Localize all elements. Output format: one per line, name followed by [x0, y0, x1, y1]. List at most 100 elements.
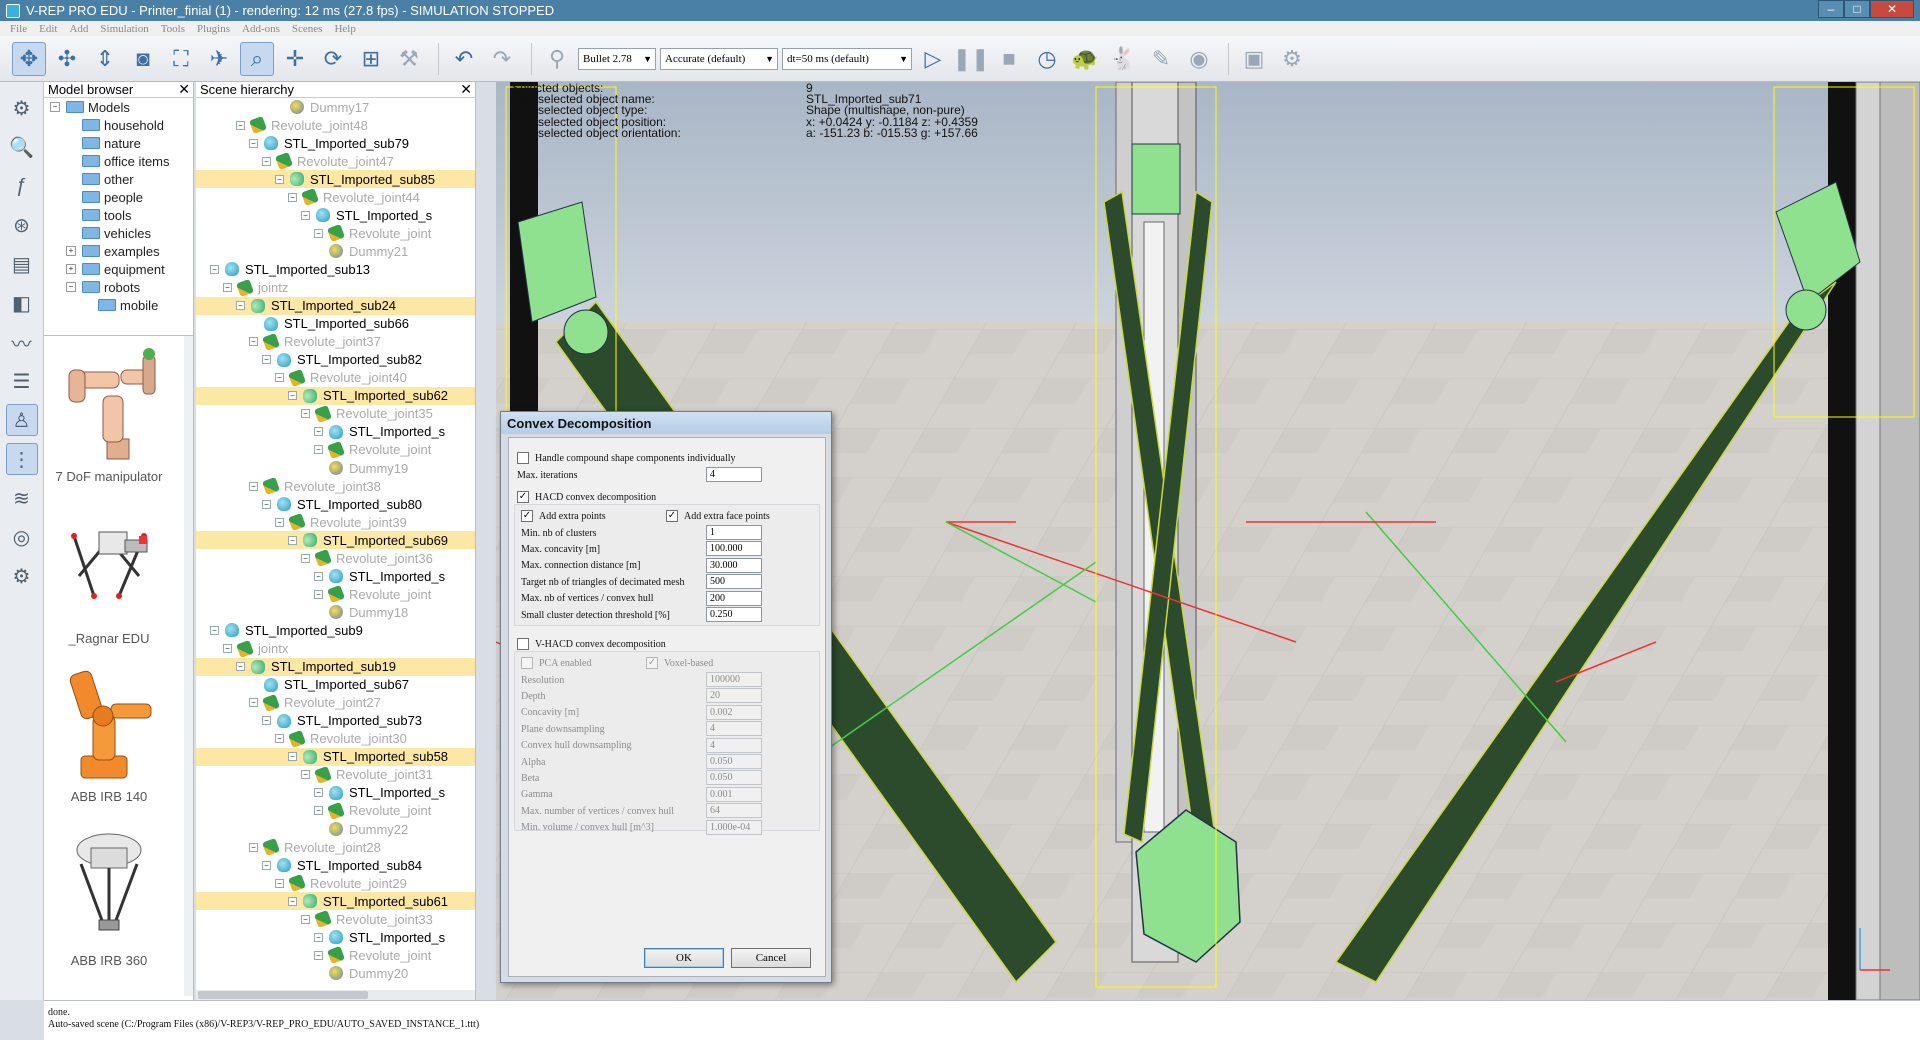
timestep-select[interactable]: dt=50 ms (default) ▼ — [782, 47, 912, 70]
model-browser-icon[interactable]: ♙ — [5, 404, 38, 436]
collapse-icon[interactable]: − — [314, 788, 323, 798]
hierarchy-row[interactable]: − Revolute_joint29 — [196, 874, 475, 893]
hierarchy-row[interactable]: − STL_Imported_sub69 — [196, 531, 475, 550]
hierarchy-row[interactable]: − STL_Imported_s — [196, 928, 475, 946]
hierarchy-row[interactable]: − STL_Imported_sub80 — [196, 495, 475, 513]
model-folder-household[interactable]: household — [44, 116, 193, 134]
menu-file[interactable]: File — [10, 23, 27, 35]
model-folder-people[interactable]: people — [44, 188, 193, 206]
model-folder-examples[interactable]: + examples — [44, 242, 193, 260]
scene-hierarchy-icon[interactable]: ⋮ — [5, 443, 38, 475]
hierarchy-row[interactable]: − Revolute_joint28 — [196, 838, 475, 857]
collapse-icon[interactable]: − — [262, 156, 271, 166]
param-field[interactable]: 1 — [706, 525, 762, 540]
menu-help[interactable]: Help — [334, 23, 355, 35]
collapse-icon[interactable]: − — [288, 535, 297, 545]
param-field[interactable]: 1.000e-04 — [706, 819, 762, 835]
collapse-icon[interactable]: − — [249, 481, 258, 491]
speed-up-icon[interactable]: 🐇 — [1106, 42, 1140, 76]
hierarchy-row[interactable]: STL_Imported_sub67 — [196, 676, 475, 694]
hierarchy-row[interactable]: − STL_Imported_sub82 — [196, 351, 475, 369]
param-field[interactable]: 4 — [706, 737, 762, 753]
voxel-based-checkbox[interactable]: ✓ — [646, 657, 658, 669]
shape-edit-icon[interactable]: ◧ — [6, 287, 38, 319]
hierarchy-row[interactable]: − STL_Imported_sub84 — [196, 856, 475, 874]
hierarchy-row[interactable]: − Revolute_joint47 — [196, 152, 475, 171]
hierarchy-row[interactable]: − Revolute_joint — [196, 585, 475, 604]
hierarchy-row[interactable]: − Revolute_joint36 — [196, 549, 475, 568]
add-extra-points-checkbox[interactable]: ✓ — [521, 510, 533, 522]
hierarchy-row[interactable]: STL_Imported_sub66 — [196, 315, 475, 333]
collapse-icon[interactable]: − — [301, 409, 310, 419]
collapse-icon[interactable]: − — [314, 589, 323, 599]
collapse-icon[interactable]: − — [249, 698, 258, 708]
pca-enabled-checkbox[interactable] — [521, 657, 533, 669]
hierarchy-row[interactable]: − STL_Imported_sub9 — [196, 621, 475, 639]
collapse-icon[interactable]: − — [314, 571, 323, 581]
fit-to-view-icon[interactable]: ⛶ — [164, 42, 198, 76]
realtime-icon[interactable]: ◷ — [1030, 42, 1064, 76]
param-field[interactable]: 0.250 — [706, 607, 762, 622]
collapse-icon[interactable]: − — [223, 644, 232, 653]
video-recorder-icon[interactable]: ◎ — [6, 521, 38, 553]
collapse-icon[interactable]: − — [249, 138, 258, 148]
collapse-icon[interactable]: − — [301, 770, 310, 780]
collapse-icon[interactable]: − — [223, 283, 232, 292]
camera-rotate-icon[interactable]: ✣ — [50, 42, 84, 76]
minimize-button[interactable]: – — [1818, 0, 1844, 18]
transfer-dna-icon[interactable]: ⚒ — [392, 42, 426, 76]
collapse-icon[interactable]: − — [288, 391, 297, 401]
collapse-icon[interactable]: − — [262, 499, 271, 509]
stop-icon[interactable]: ■ — [992, 42, 1026, 76]
hierarchy-hscrollbar[interactable] — [196, 990, 475, 1000]
hierarchy-row[interactable]: − STL_Imported_s — [196, 567, 475, 585]
camera-angle-icon[interactable]: ◙ — [126, 42, 160, 76]
collapse-icon[interactable]: − — [262, 716, 271, 726]
param-field[interactable]: 100000 — [706, 672, 762, 687]
collapse-icon[interactable]: − — [288, 752, 297, 762]
collapse-icon[interactable]: − — [236, 301, 245, 311]
expand-icon[interactable]: + — [66, 264, 76, 274]
assemble-icon[interactable]: ⊞ — [354, 42, 388, 76]
selection-icon[interactable]: ☰ — [6, 365, 38, 397]
menu-edit[interactable]: Edit — [39, 23, 57, 35]
collapse-icon[interactable]: − — [249, 337, 258, 347]
hierarchy-row[interactable]: − Revolute_joint27 — [196, 693, 475, 712]
param-field[interactable]: 500 — [706, 574, 762, 590]
model-folder-equipment[interactable]: + equipment — [44, 260, 193, 278]
hierarchy-row[interactable]: − STL_Imported_sub73 — [196, 712, 475, 730]
hierarchy-row[interactable]: − STL_Imported_sub62 — [196, 386, 475, 405]
collapse-icon[interactable]: − — [275, 878, 284, 888]
object-rotate-icon[interactable]: ⟳ — [316, 42, 350, 76]
collapse-icon[interactable]: − — [262, 860, 271, 870]
model-folder-tools[interactable]: tools — [44, 206, 193, 224]
model-folder-office-items[interactable]: office items — [44, 152, 193, 170]
play-icon[interactable]: ▷ — [916, 42, 950, 76]
camera-shift-icon[interactable]: ⇕ — [88, 42, 122, 76]
visualization-icon[interactable]: ◉ — [1182, 42, 1216, 76]
calculation-modules-icon[interactable]: ƒ — [6, 170, 38, 202]
thread-rendering-icon[interactable]: ✎ — [1144, 42, 1178, 76]
collapse-icon[interactable]: − — [249, 842, 258, 852]
model-folder-robots[interactable]: − robots — [44, 278, 193, 296]
max-iterations-field[interactable]: 4 — [706, 467, 762, 482]
user-settings-icon[interactable]: ⚙ — [6, 560, 38, 592]
model-folder-mobile[interactable]: mobile — [44, 296, 193, 314]
hierarchy-row[interactable]: − STL_Imported_sub79 — [196, 134, 475, 152]
ok-button[interactable]: OK — [644, 948, 724, 968]
param-field[interactable]: 0.050 — [706, 770, 762, 786]
hierarchy-row[interactable]: − STL_Imported_sub61 — [196, 892, 475, 911]
pause-icon[interactable]: ❚❚ — [953, 42, 990, 76]
param-field[interactable]: 0.050 — [706, 754, 762, 769]
path-edit-icon[interactable]: 〰 — [6, 326, 38, 358]
cancel-button[interactable]: Cancel — [731, 948, 811, 968]
collapse-icon[interactable]: − — [210, 264, 219, 274]
hierarchy-row[interactable]: − STL_Imported_s — [196, 423, 475, 441]
model-folder-Models[interactable]: − Models — [44, 98, 193, 116]
menu-scenes[interactable]: Scenes — [292, 23, 323, 35]
hierarchy-row[interactable]: − Revolute_joint33 — [196, 910, 475, 929]
layers-icon[interactable]: ≋ — [6, 482, 38, 514]
zoom-icon[interactable]: 🔍 — [6, 131, 38, 163]
scene-selector-icon[interactable]: ⚙ — [1275, 42, 1309, 76]
hierarchy-row[interactable]: − Revolute_joint30 — [196, 729, 475, 748]
